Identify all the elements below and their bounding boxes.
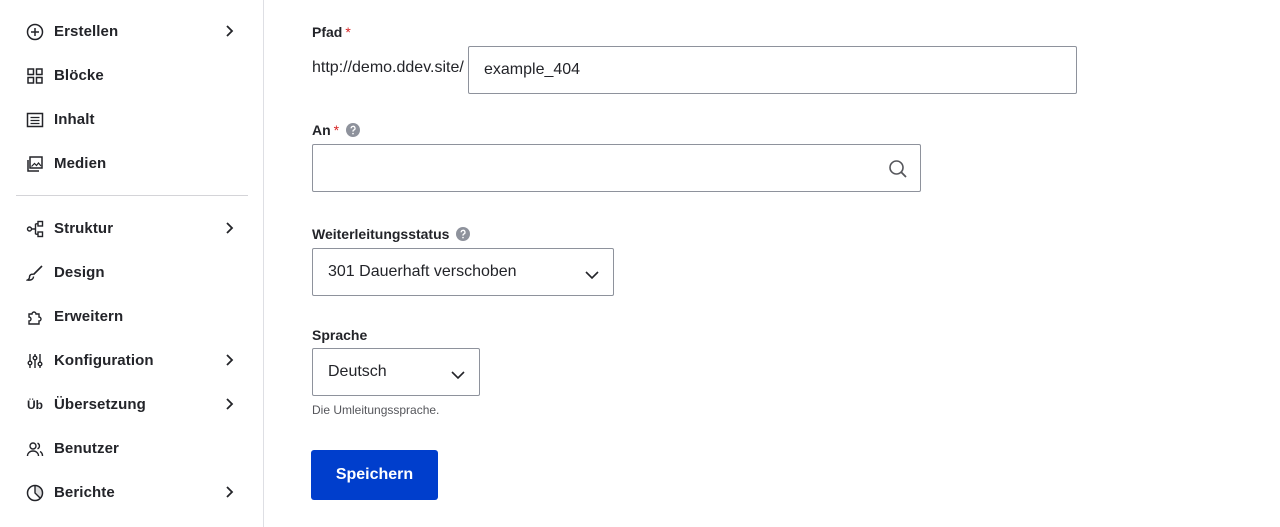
admin-sidebar: Erstellen Blöcke Inhalt Medien Struktur bbox=[0, 0, 264, 527]
sidebar-item-label: Erweitern bbox=[54, 307, 124, 325]
plus-circle-icon bbox=[26, 23, 44, 41]
status-label-text: Weiterleitungsstatus bbox=[312, 226, 450, 242]
chevron-right-icon bbox=[222, 24, 236, 38]
search-icon bbox=[888, 159, 908, 179]
sidebar-item-label: Inhalt bbox=[54, 110, 95, 128]
language-label-text: Sprache bbox=[312, 327, 368, 343]
status-label: Weiterleitungsstatus bbox=[312, 226, 471, 242]
sidebar-item-label: Benutzer bbox=[54, 439, 119, 457]
to-label-text: An bbox=[312, 122, 331, 138]
sidebar-item-berichte[interactable]: Berichte bbox=[16, 472, 248, 512]
chevron-down-icon bbox=[585, 267, 599, 280]
save-button[interactable]: Speichern bbox=[312, 451, 437, 499]
sidebar-item-label: Design bbox=[54, 263, 105, 281]
sidebar-item-design[interactable]: Design bbox=[16, 252, 248, 292]
status-select[interactable]: 301 Dauerhaft verschoben bbox=[312, 248, 614, 296]
path-label-text: Pfad bbox=[312, 24, 343, 40]
users-icon bbox=[26, 440, 44, 458]
help-icon[interactable] bbox=[456, 227, 471, 241]
sidebar-item-label: Konfiguration bbox=[54, 351, 154, 369]
blocks-icon bbox=[26, 67, 44, 85]
sidebar-item-inhalt[interactable]: Inhalt bbox=[16, 99, 248, 139]
chevron-right-icon bbox=[222, 353, 236, 367]
chevron-down-icon bbox=[451, 367, 465, 380]
path-prefix: http://demo.ddev.site/ bbox=[312, 59, 464, 76]
puzzle-icon bbox=[26, 308, 44, 326]
sidebar-item-label: Berichte bbox=[54, 483, 115, 501]
sidebar-item-benutzer[interactable]: Benutzer bbox=[16, 428, 248, 468]
sidebar-item-label: Medien bbox=[54, 154, 107, 172]
media-icon bbox=[26, 155, 44, 173]
sidebar-item-medien[interactable]: Medien bbox=[16, 143, 248, 183]
content-list-icon bbox=[26, 111, 44, 129]
language-select-value: Deutsch bbox=[328, 363, 387, 380]
translation-icon: Üb bbox=[27, 398, 43, 412]
chevron-right-icon bbox=[222, 221, 236, 235]
sidebar-divider bbox=[16, 195, 248, 196]
sidebar-item-struktur[interactable]: Struktur bbox=[16, 208, 248, 248]
structure-icon bbox=[26, 220, 44, 238]
sidebar-item-bloecke[interactable]: Blöcke bbox=[16, 55, 248, 95]
sidebar-item-label: Struktur bbox=[54, 219, 114, 237]
sidebar-item-label: Übersetzung bbox=[54, 395, 146, 413]
sidebar-item-erweitern[interactable]: Erweitern bbox=[16, 296, 248, 336]
reports-icon bbox=[26, 484, 44, 502]
required-mark: * bbox=[333, 122, 340, 138]
status-select-value: 301 Dauerhaft verschoben bbox=[328, 263, 517, 280]
path-input[interactable]: example_404 bbox=[468, 46, 1077, 94]
brush-icon bbox=[26, 264, 44, 282]
sidebar-item-label: Erstellen bbox=[54, 22, 119, 40]
language-select[interactable]: Deutsch bbox=[312, 348, 480, 396]
sidebar-item-konfiguration[interactable]: Konfiguration bbox=[16, 340, 248, 380]
redirect-form: Pfad * http://demo.ddev.site/ example_40… bbox=[265, 0, 1280, 527]
language-label: Sprache bbox=[312, 327, 367, 343]
chevron-right-icon bbox=[222, 397, 236, 411]
sidebar-item-erstellen[interactable]: Erstellen bbox=[16, 11, 248, 51]
path-label: Pfad * bbox=[312, 24, 351, 40]
chevron-right-icon bbox=[222, 485, 236, 499]
help-icon[interactable] bbox=[346, 123, 361, 137]
sliders-icon bbox=[26, 352, 44, 370]
sidebar-item-label: Blöcke bbox=[54, 66, 104, 84]
to-label: An * bbox=[312, 122, 361, 138]
required-mark: * bbox=[345, 24, 351, 40]
sidebar-item-uebersetzung[interactable]: Üb Übersetzung bbox=[16, 384, 248, 424]
language-description: Die Umleitungssprache. bbox=[312, 403, 440, 417]
to-input[interactable] bbox=[312, 144, 921, 192]
